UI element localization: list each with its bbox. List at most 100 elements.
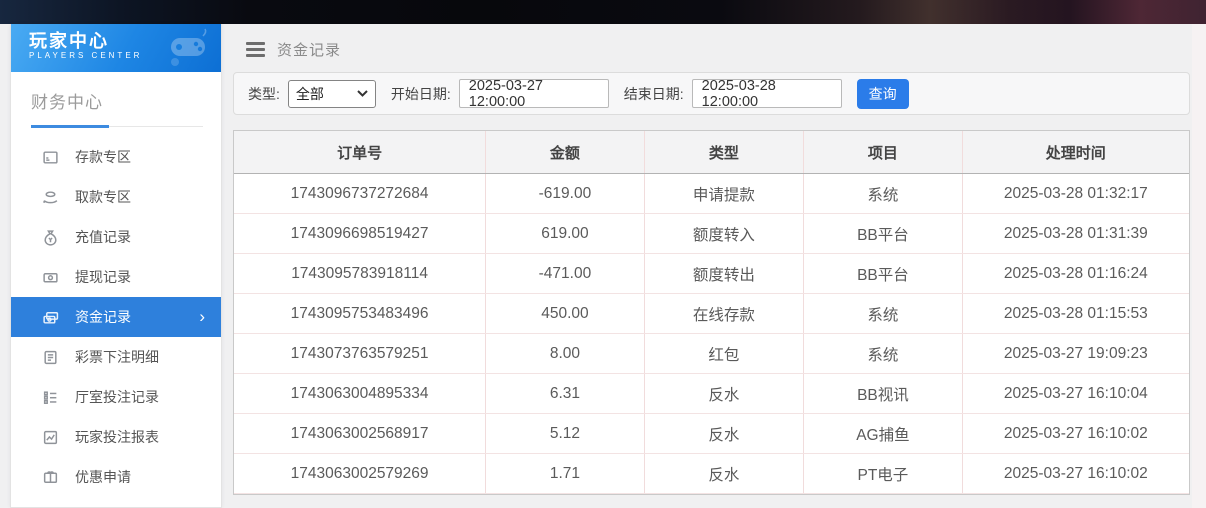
table-row: 1743096698519427619.00额度转入BB平台2025-03-28…: [234, 214, 1189, 254]
table-cell: 系统: [803, 334, 962, 373]
table-cell: 1743095753483496: [234, 294, 485, 333]
sidebar-header: 玩家中心 PLAYERS CENTER: [11, 24, 221, 72]
table-row: 1743095753483496450.00在线存款系统2025-03-28 0…: [234, 294, 1189, 334]
end-date-input[interactable]: 2025-03-28 12:00:00: [692, 79, 842, 108]
table-cell: 1743063002579269: [234, 454, 485, 493]
query-button[interactable]: 查询: [857, 79, 909, 109]
table-cell: 1743096737272684: [234, 174, 485, 213]
deposit-icon: [41, 148, 59, 166]
sidebar-item-label: 取款专区: [75, 187, 131, 207]
table-cell: 1743096698519427: [234, 214, 485, 253]
main-content: 资金记录 类型: 全部 开始日期: 2025-03-27 12:00:00 结束…: [222, 24, 1192, 508]
cashout-record-icon: [41, 268, 59, 286]
sidebar-item-7[interactable]: 厅室投注记录: [11, 377, 221, 417]
table-cell: BB平台: [803, 214, 962, 253]
table-cell: 申请提款: [644, 174, 803, 213]
sidebar-menu: 存款专区取款专区充值记录提现记录资金记录›彩票下注明细厅室投注记录玩家投注报表优…: [11, 137, 221, 508]
chevron-down-icon: [357, 90, 368, 97]
end-date-label: 结束日期:: [624, 84, 684, 104]
hamburger-menu-icon[interactable]: [246, 42, 265, 57]
sidebar-item-label: 彩票下注明细: [75, 347, 159, 367]
table-cell: 619.00: [485, 214, 644, 253]
sidebar-item-10[interactable]: 优惠申请记录: [11, 497, 221, 508]
table-cell: BB平台: [803, 254, 962, 293]
sidebar-item-8[interactable]: 玩家投注报表: [11, 417, 221, 457]
table-cell: 2025-03-28 01:15:53: [962, 294, 1189, 333]
table-cell: BB视讯: [803, 374, 962, 413]
table-row: 1743096737272684-619.00申请提款系统2025-03-28 …: [234, 174, 1189, 214]
page-right-margin: [1192, 24, 1206, 508]
table-header-row: 订单号金额类型项目处理时间: [234, 131, 1189, 174]
table-row: 1743095783918114-471.00额度转出BB平台2025-03-2…: [234, 254, 1189, 294]
column-header: 处理时间: [962, 131, 1189, 173]
sidebar-item-5[interactable]: 资金记录›: [11, 297, 221, 337]
withdraw-icon: [41, 188, 59, 206]
sidebar-item-6[interactable]: 彩票下注明细: [11, 337, 221, 377]
table-cell: 1.71: [485, 454, 644, 493]
table-cell: 系统: [803, 294, 962, 333]
sidebar-item-label: 厅室投注记录: [75, 387, 159, 407]
sidebar-item-label: 存款专区: [75, 147, 131, 167]
players-center-page: 玩家中心 PLAYERS CENTER 财务中心 存款专区取款专区充值记录提现记…: [0, 0, 1206, 508]
table-cell: 2025-03-27 16:10:02: [962, 454, 1189, 493]
sidebar-item-4[interactable]: 提现记录: [11, 257, 221, 297]
site-background-banner: [0, 0, 1206, 24]
table-cell: -471.00: [485, 254, 644, 293]
table-row: 17430630048953346.31反水BB视讯2025-03-27 16:…: [234, 374, 1189, 414]
table-cell: 2025-03-27 16:10:02: [962, 414, 1189, 453]
type-filter-label: 类型:: [248, 84, 280, 104]
player-report-icon: [41, 428, 59, 446]
type-select-value: 全部: [296, 84, 324, 104]
table-cell: 红包: [644, 334, 803, 373]
table-cell: 2025-03-27 19:09:23: [962, 334, 1189, 373]
column-header: 订单号: [234, 131, 485, 173]
funds-record-icon: [41, 308, 59, 326]
column-header: 类型: [644, 131, 803, 173]
table-cell: 反水: [644, 414, 803, 453]
table-cell: 5.12: [485, 414, 644, 453]
table-cell: 1743073763579251: [234, 334, 485, 373]
table-cell: 反水: [644, 454, 803, 493]
type-select[interactable]: 全部: [288, 80, 376, 108]
table-row: 17430630025689175.12反水AG捕鱼2025-03-27 16:…: [234, 414, 1189, 454]
table-cell: PT电子: [803, 454, 962, 493]
promo-apply-icon: [41, 468, 59, 486]
table-row: 17430737635792518.00红包系统2025-03-27 19:09…: [234, 334, 1189, 374]
funds-record-table: 订单号金额类型项目处理时间 1743096737272684-619.00申请提…: [233, 130, 1190, 495]
game-controller-icon: [165, 28, 211, 72]
column-header: 项目: [803, 131, 962, 173]
sidebar-item-9[interactable]: 优惠申请: [11, 457, 221, 497]
table-cell: 2025-03-28 01:16:24: [962, 254, 1189, 293]
table-cell: 1743095783918114: [234, 254, 485, 293]
sidebar-item-1[interactable]: 存款专区: [11, 137, 221, 177]
lottery-detail-icon: [41, 348, 59, 366]
breadcrumb: 资金记录: [222, 24, 1192, 66]
table-cell: 8.00: [485, 334, 644, 373]
table-cell: 450.00: [485, 294, 644, 333]
table-cell: 1743063004895334: [234, 374, 485, 413]
table-cell: 在线存款: [644, 294, 803, 333]
filter-bar: 类型: 全部 开始日期: 2025-03-27 12:00:00 结束日期: 2…: [233, 72, 1190, 115]
table-cell: AG捕鱼: [803, 414, 962, 453]
recharge-record-icon: [41, 228, 59, 246]
column-header: 金额: [485, 131, 644, 173]
sidebar-item-label: 玩家投注报表: [75, 427, 159, 447]
table-cell: 2025-03-27 16:10:04: [962, 374, 1189, 413]
table-cell: 反水: [644, 374, 803, 413]
table-cell: 1743063002568917: [234, 414, 485, 453]
table-cell: 额度转出: [644, 254, 803, 293]
sidebar-item-label: 提现记录: [75, 267, 131, 287]
table-cell: 2025-03-28 01:31:39: [962, 214, 1189, 253]
sidebar-item-3[interactable]: 充值记录: [11, 217, 221, 257]
table-body: 1743096737272684-619.00申请提款系统2025-03-28 …: [234, 174, 1189, 494]
hall-bet-record-icon: [41, 388, 59, 406]
sidebar-item-2[interactable]: 取款专区: [11, 177, 221, 217]
sidebar: 玩家中心 PLAYERS CENTER 财务中心 存款专区取款专区充值记录提现记…: [10, 24, 222, 508]
sidebar-section-title: 财务中心: [31, 88, 203, 127]
sidebar-item-label: 充值记录: [75, 227, 131, 247]
table-row: 17430630025792691.71反水PT电子2025-03-27 16:…: [234, 454, 1189, 494]
start-date-input[interactable]: 2025-03-27 12:00:00: [459, 79, 609, 108]
table-cell: 系统: [803, 174, 962, 213]
breadcrumb-title: 资金记录: [277, 39, 341, 60]
sidebar-item-label: 优惠申请: [75, 467, 131, 487]
